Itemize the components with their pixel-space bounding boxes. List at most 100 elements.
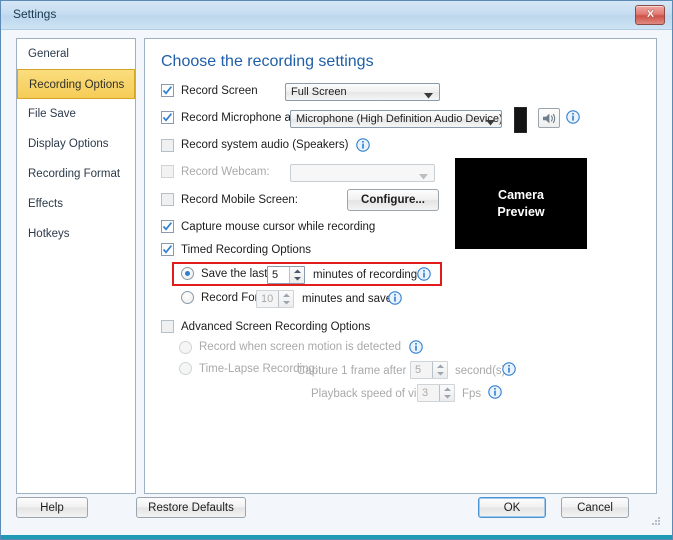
recording-options-panel: Choose the recording settings Record Scr… [144,38,657,494]
spinner-down-icon[interactable] [290,275,304,283]
timed-recording-label: Timed Recording Options [181,243,311,256]
record-microphone-info-icon[interactable] [566,110,580,127]
playback-speed-spinner[interactable]: 3 [417,384,455,402]
record-microphone-checkbox[interactable] [161,111,174,124]
record-screen-combo-value: Full Screen [291,86,347,98]
checkmark-icon [162,86,173,95]
spinner-down-icon[interactable] [440,393,454,401]
spinner-up-icon[interactable] [440,385,454,393]
record-for-label: Record For [201,291,259,304]
record-for-info-icon[interactable] [388,291,402,308]
bottom-accent-bar [1,535,672,539]
configure-button[interactable]: Configure... [347,189,439,211]
spinner-up-icon[interactable] [433,362,447,370]
record-for-radio[interactable] [181,291,194,304]
motion-detect-radio[interactable] [179,340,192,354]
timed-recording-checkbox[interactable] [161,243,174,256]
speaker-icon [542,113,555,123]
cancel-button[interactable]: Cancel [561,497,629,518]
camera-preview-line2: Preview [497,204,545,219]
chevron-down-icon [424,90,433,102]
save-last-row: Save the last [181,267,267,280]
save-last-info-icon[interactable] [417,267,431,284]
audio-level-meter [514,107,527,133]
capture-mouse-cursor-label: Capture mouse cursor while recording [181,220,376,233]
save-last-value: 5 [272,269,279,281]
advanced-options-checkbox[interactable] [161,320,174,333]
checkmark-icon [162,113,173,122]
dialog-body: General Recording Options File Save Disp… [1,30,672,539]
record-for-spinner[interactable]: 10 [256,290,294,308]
page-title: Choose the recording settings [161,53,374,70]
sidebar-item-general[interactable]: General [17,39,135,69]
record-screen-checkbox[interactable] [161,84,174,97]
sidebar-item-recording-format[interactable]: Recording Format [17,159,135,189]
save-last-suffix: minutes of recordings [313,269,423,281]
title-bar: Settings [1,1,672,30]
save-last-radio[interactable] [181,267,194,280]
spinner-down-icon[interactable] [433,370,447,378]
ok-button[interactable]: OK [478,497,546,518]
record-webcam-checkbox[interactable] [161,165,174,178]
advanced-options-row: Advanced Screen Recording Options [161,320,370,333]
record-system-audio-checkbox[interactable] [161,138,174,152]
time-lapse-radio[interactable] [179,362,192,375]
sidebar-item-file-save[interactable]: File Save [17,99,135,129]
spinner-buttons[interactable] [439,385,454,401]
spinner-down-icon[interactable] [279,299,293,307]
playback-speed-info-icon[interactable] [488,385,502,402]
sidebar-item-effects[interactable]: Effects [17,189,135,219]
settings-window: Settings General Recording Options File … [0,0,673,540]
record-screen-combo[interactable]: Full Screen [285,83,440,101]
settings-sidebar: General Recording Options File Save Disp… [16,38,136,494]
chevron-down-icon [486,117,495,129]
sidebar-item-recording-options[interactable]: Recording Options [17,69,135,99]
timed-recording-row: Timed Recording Options [161,243,311,256]
playback-speed-value: 3 [422,387,429,399]
camera-preview: Camera Preview [455,158,587,249]
motion-detect-info-icon[interactable] [409,340,423,354]
help-button[interactable]: Help [16,497,88,518]
speaker-button[interactable] [538,108,560,128]
capture-frame-value: 5 [415,364,422,376]
spinner-buttons[interactable] [278,291,293,307]
motion-detect-row: Record when screen motion is detected [179,340,423,354]
record-system-audio-row: Record system audio (Speakers) [161,138,371,152]
record-for-row: Record For [181,291,259,304]
record-webcam-combo[interactable] [290,164,435,182]
save-last-spinner[interactable]: 5 [267,266,305,284]
record-for-value: 10 [261,293,274,305]
spinner-up-icon[interactable] [290,267,304,275]
record-microphone-combo[interactable]: Microphone (High Definition Audio Device… [290,110,502,128]
record-mobile-screen-checkbox[interactable] [161,193,174,206]
sidebar-item-display-options[interactable]: Display Options [17,129,135,159]
record-microphone-combo-value: Microphone (High Definition Audio Device… [296,113,501,125]
spinner-up-icon[interactable] [279,291,293,299]
chevron-down-icon [419,171,428,183]
time-lapse-info-icon[interactable] [502,362,516,379]
playback-speed-suffix: Fps [462,388,482,400]
motion-detect-label: Record when screen motion is detected [199,341,401,353]
record-screen-row: Record Screen [161,84,258,97]
close-icon [646,9,654,18]
capture-mouse-cursor-checkbox[interactable] [161,220,174,233]
capture-frame-suffix: second(s) [455,365,506,377]
advanced-options-label: Advanced Screen Recording Options [181,320,371,333]
close-button[interactable] [635,5,665,25]
resize-grip[interactable] [650,515,661,529]
record-system-audio-label: Record system audio (Speakers) [181,139,349,151]
record-mobile-screen-row: Record Mobile Screen: [161,193,298,206]
restore-defaults-button[interactable]: Restore Defaults [136,497,246,518]
camera-preview-line1: Camera [498,187,544,202]
capture-frame-spinner[interactable]: 5 [410,361,448,379]
window-title: Settings [13,7,57,21]
spinner-buttons[interactable] [289,267,304,283]
spinner-buttons[interactable] [432,362,447,378]
record-screen-label: Record Screen [181,84,258,97]
footer-buttons: Help Restore Defaults OK Cancel [8,493,665,533]
record-webcam-label: Record Webcam: [181,165,270,178]
record-system-audio-info-icon[interactable] [356,138,371,152]
record-for-suffix: minutes and save [302,293,393,305]
sidebar-item-hotkeys[interactable]: Hotkeys [17,219,135,249]
checkmark-icon [162,245,173,254]
